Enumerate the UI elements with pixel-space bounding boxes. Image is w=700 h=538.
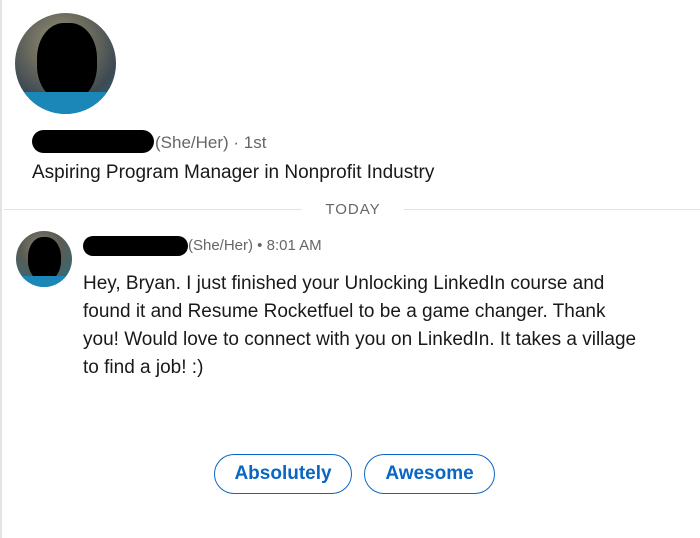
profile-avatar[interactable] xyxy=(15,13,116,114)
date-divider-line-left xyxy=(4,209,302,210)
conversation-panel: (She/Her) · 1st Aspiring Program Manager… xyxy=(0,0,700,538)
date-divider-line-right xyxy=(404,209,700,210)
sender-avatar[interactable] xyxy=(16,231,72,287)
profile-name-redaction xyxy=(32,130,154,153)
message-meta: (She/Her) • 8:01 AM xyxy=(188,237,322,254)
quick-reply-awesome-button[interactable]: Awesome xyxy=(364,454,495,494)
message-body: Hey, Bryan. I just finished your Unlocki… xyxy=(83,273,637,378)
avatar-redaction xyxy=(28,237,61,281)
avatar-shoulders xyxy=(16,276,72,287)
date-divider-label: TODAY xyxy=(325,201,381,218)
quick-reply-absolutely-button[interactable]: Absolutely xyxy=(214,454,352,494)
sender-name-redaction xyxy=(83,236,188,256)
avatar-shoulders xyxy=(15,92,116,114)
avatar-redaction xyxy=(37,23,97,101)
profile-pronouns-degree: (She/Her) · 1st xyxy=(155,133,267,152)
profile-headline: Aspiring Program Manager in Nonprofit In… xyxy=(32,162,435,183)
